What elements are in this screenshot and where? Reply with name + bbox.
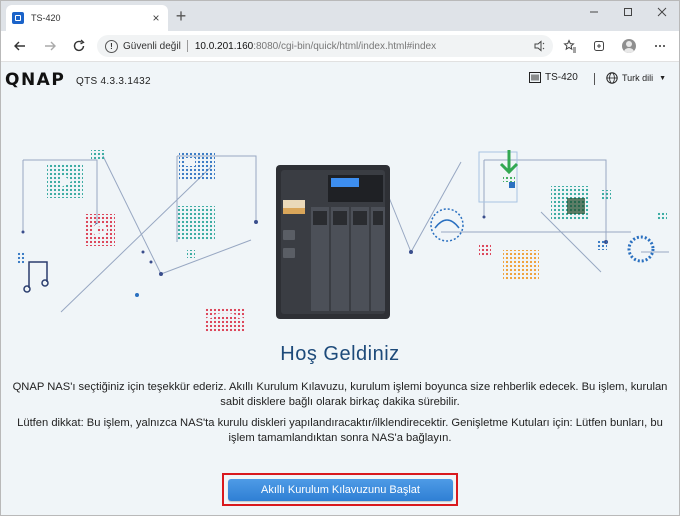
language-selector[interactable]: Turk dili ▼ [606, 72, 666, 84]
settings-menu-button[interactable] [651, 37, 669, 55]
security-label[interactable]: Güvenli değil [123, 41, 181, 52]
favorites-star-icon [563, 39, 576, 53]
caret-down-icon: ▼ [659, 74, 667, 82]
tab-close-button[interactable]: × [150, 12, 162, 24]
forward-button[interactable] [41, 37, 59, 55]
minimize-icon [590, 11, 598, 13]
not-secure-icon: ! [105, 39, 118, 53]
favorites-button[interactable] [561, 37, 579, 55]
read-aloud-icon[interactable] [533, 40, 545, 52]
collections-icon [594, 41, 604, 51]
nas-device-icon [529, 72, 541, 83]
device-name: TS-420 [545, 72, 578, 83]
qnap-logo: QNAP [5, 70, 66, 90]
url-path: :8080/cgi-bin/quick/html/index.html#inde… [253, 40, 437, 52]
start-setup-wizard-button[interactable]: Akıllı Kurulum Kılavuzunu Başlat [228, 479, 453, 501]
address-bar[interactable]: ! Güvenli değil 10.0.201.160:8080/cgi-bi… [97, 35, 553, 57]
expansion-notice: Lütfen dikkat: Bu işlem, yalnızca NAS'ta… [17, 417, 663, 444]
address-divider [186, 40, 188, 52]
collections-button[interactable] [590, 37, 608, 55]
device-info: TS-420 [529, 72, 578, 83]
minimize-button[interactable] [577, 1, 611, 23]
qnap-favicon-icon [12, 12, 24, 24]
setup-illustration [16, 150, 669, 332]
welcome-title: Hoş Geldiniz [280, 343, 400, 365]
more-options-icon [655, 45, 665, 47]
close-icon [657, 7, 667, 17]
language-label: Turk dili [622, 73, 654, 83]
tab-bar: TS-420 × + [1, 1, 679, 31]
maximize-icon [624, 8, 632, 16]
welcome-description: QNAP NAS'ı seçtiğiniz için teşekkür eder… [12, 381, 668, 408]
back-arrow-icon [14, 41, 25, 51]
tab-title: TS-420 [31, 13, 61, 23]
browser-toolbar: ! Güvenli değil 10.0.201.160:8080/cgi-bi… [1, 31, 679, 62]
window-controls [577, 1, 679, 25]
page-header: QNAP QTS 4.3.3.1432 TS-420 Turk dili ▼ [1, 62, 679, 98]
maximize-button[interactable] [611, 1, 645, 23]
profile-avatar-icon [622, 39, 636, 53]
browser-window: TS-420 × + ! Güvenli değil 10.0.201.160 … [0, 0, 680, 516]
header-divider [594, 73, 595, 85]
firmware-version: QTS 4.3.3.1432 [76, 76, 151, 87]
close-window-button[interactable] [645, 1, 679, 23]
back-button[interactable] [11, 37, 29, 55]
qnap-welcome-page: QNAP QTS 4.3.3.1432 TS-420 Turk dili ▼ H… [1, 62, 679, 515]
browser-tab[interactable]: TS-420 × [6, 5, 168, 31]
new-tab-button[interactable]: + [172, 7, 190, 25]
reload-button[interactable] [70, 37, 88, 55]
nas-device-image [276, 165, 390, 319]
forward-arrow-icon [45, 41, 56, 51]
reload-icon [73, 39, 85, 52]
profile-button[interactable] [620, 37, 638, 55]
url-host: 10.0.201.160 [194, 40, 254, 52]
globe-icon [606, 72, 618, 84]
